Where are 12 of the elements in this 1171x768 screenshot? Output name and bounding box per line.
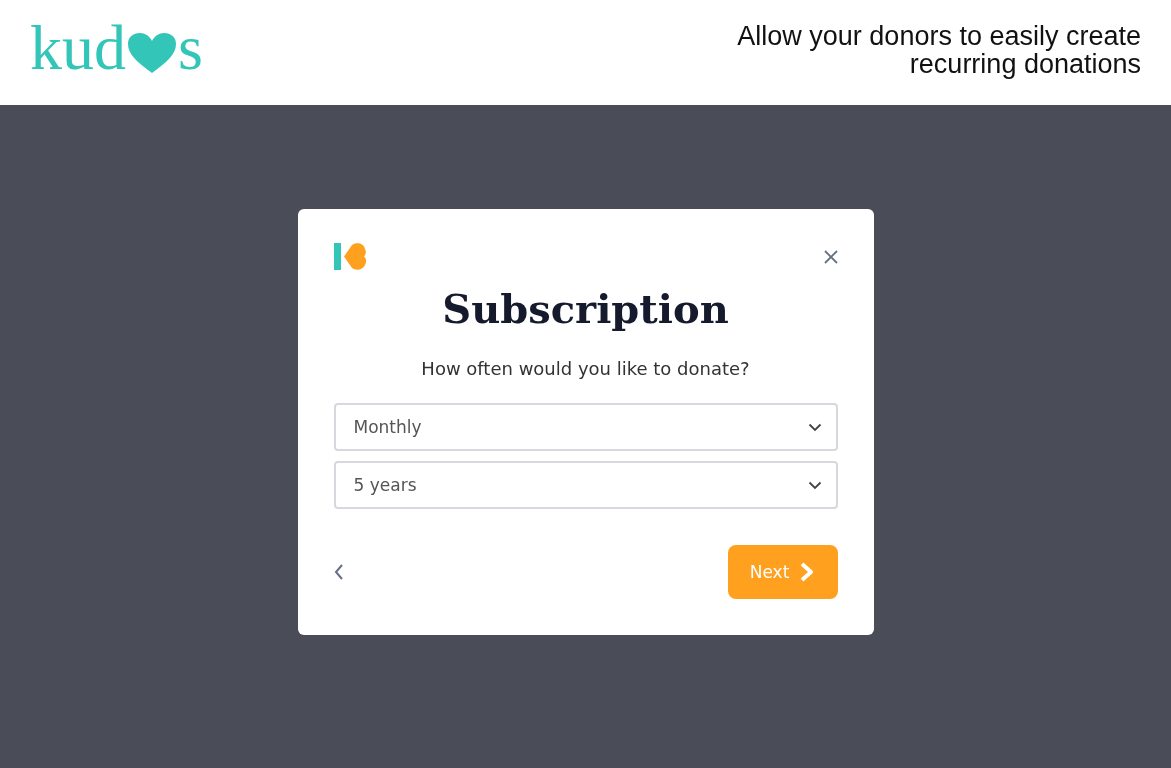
chevron-right-icon [799,561,816,583]
close-icon[interactable] [823,249,838,264]
select-field[interactable]: Monthly [333,403,838,451]
tagline: Allow your donors to easily create recurring donations [736,22,1141,78]
question-text: How often would you like to donate? [420,358,751,379]
heart-icon [127,31,177,74]
select-field[interactable]: 5 years [333,461,838,509]
kudos-logo: kud s [30,23,203,82]
chevron-down-icon [807,480,822,490]
modal-title: Subscription [441,284,730,334]
chevron-down-icon [807,422,822,432]
logo-icon [333,243,368,270]
